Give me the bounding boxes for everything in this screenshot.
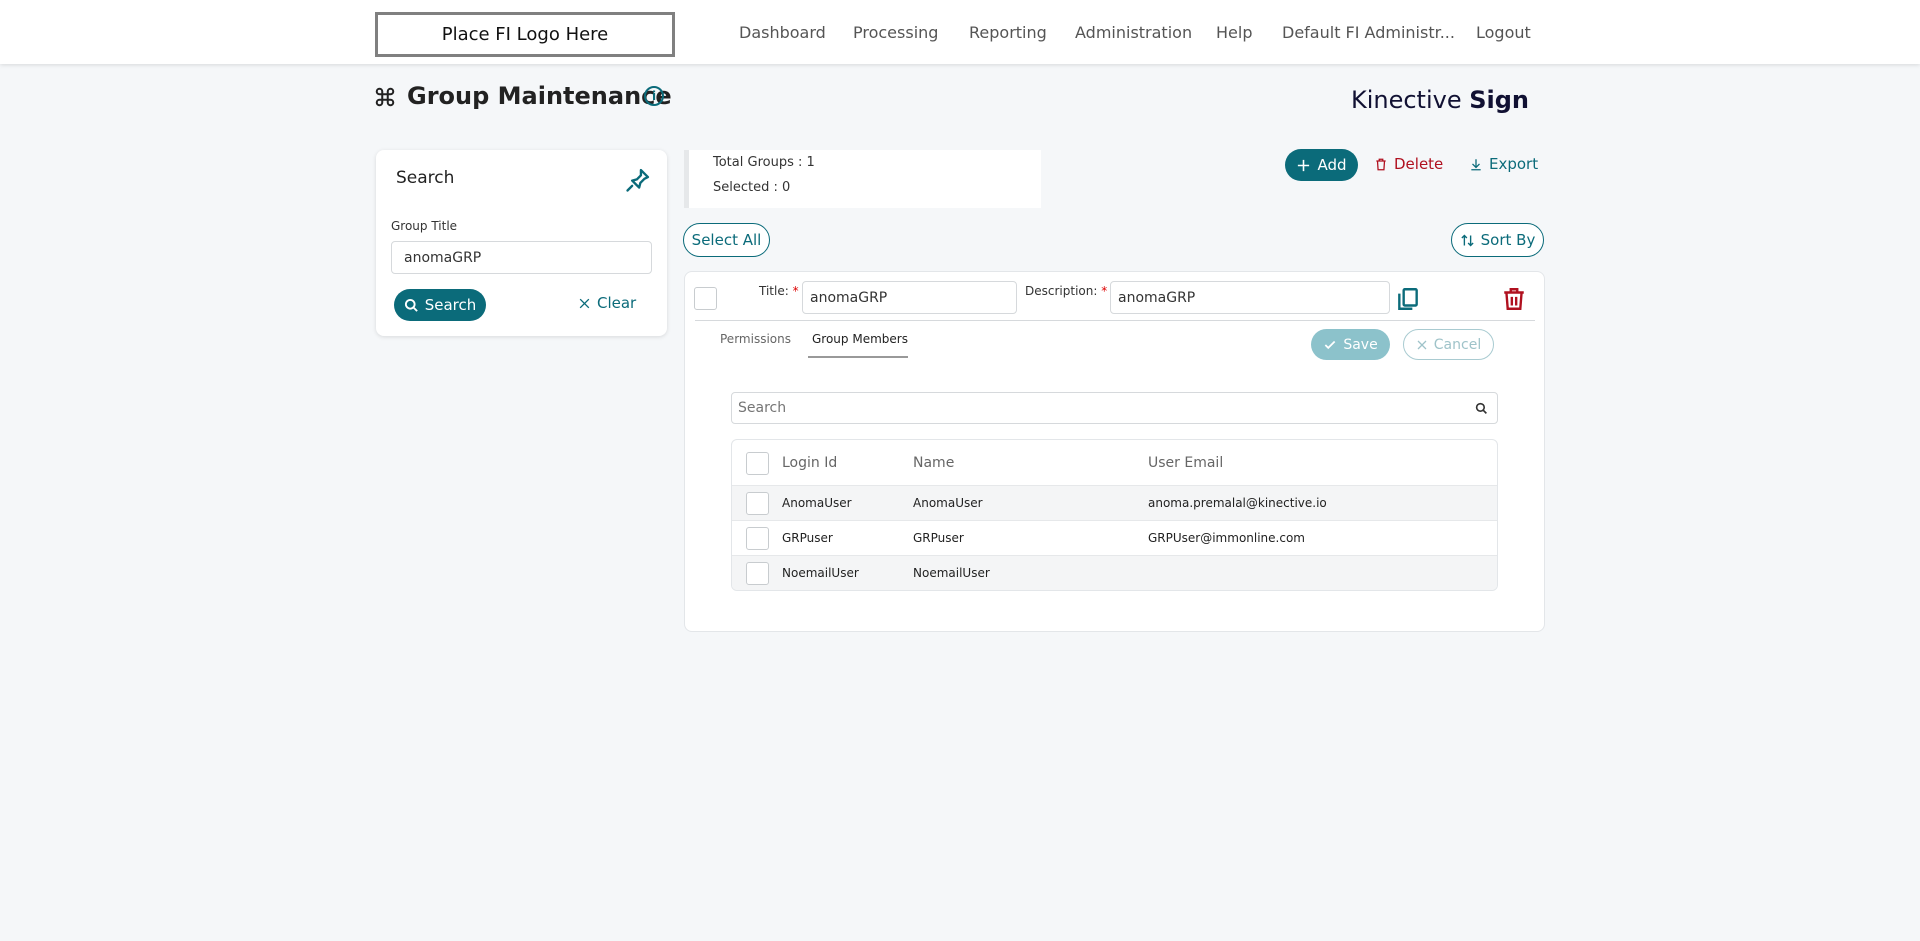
delete-button-label: Delete	[1394, 155, 1444, 173]
search-panel: Search Group Title Search Clear	[376, 150, 667, 336]
group-divider	[695, 320, 1535, 321]
delete-button[interactable]: Delete	[1374, 155, 1443, 173]
member-email: anoma.premalal@kinective.io	[1148, 496, 1327, 510]
nav-reporting[interactable]: Reporting	[969, 0, 1047, 64]
add-button-label: Add	[1317, 156, 1347, 174]
member-row-checkbox[interactable]	[746, 562, 769, 585]
tab-group-members[interactable]: Group Members	[808, 332, 908, 358]
title-label-text: Title:	[759, 284, 789, 298]
clear-button-label: Clear	[597, 294, 637, 312]
delete-group-icon[interactable]	[1501, 285, 1527, 313]
member-login-id: AnomaUser	[782, 496, 852, 510]
save-button-label: Save	[1343, 336, 1378, 353]
export-button-label: Export	[1489, 155, 1539, 173]
close-icon	[579, 298, 590, 308]
search-icon	[404, 298, 418, 312]
plus-icon	[1298, 159, 1310, 171]
members-table: Login Id Name User Email AnomaUser Anoma…	[731, 439, 1498, 591]
export-button[interactable]: Export	[1469, 155, 1538, 173]
group-title-label: Group Title	[391, 219, 458, 233]
member-login-id: GRPuser	[782, 531, 833, 545]
title-required-marker: *	[792, 284, 799, 298]
sort-icon	[1461, 234, 1474, 246]
title-label: Title: *	[759, 284, 799, 298]
table-row[interactable]: AnomaUser AnomaUser anoma.premalal@kinec…	[732, 485, 1497, 520]
group-description-field[interactable]	[1110, 281, 1390, 314]
search-button[interactable]: Search	[394, 289, 486, 321]
pin-icon[interactable]	[624, 166, 652, 194]
download-icon	[1471, 158, 1481, 170]
column-name[interactable]: Name	[913, 455, 954, 471]
group-title-input[interactable]	[391, 241, 652, 274]
close-icon	[1417, 340, 1427, 349]
fi-logo-placeholder[interactable]: Place FI Logo Here	[375, 12, 675, 57]
group-card: Title: * Description: * Permissions Grou…	[684, 271, 1545, 632]
brand-bold: Sign	[1469, 86, 1529, 114]
nav-help[interactable]: Help	[1216, 0, 1252, 64]
description-label: Description: *	[1025, 284, 1107, 298]
check-icon	[1325, 340, 1336, 349]
search-icon	[1475, 402, 1487, 414]
member-login-id: NoemailUser	[782, 566, 859, 580]
nav-logout[interactable]: Logout	[1476, 0, 1531, 64]
nav-administration[interactable]: Administration	[1075, 0, 1192, 64]
tab-permissions[interactable]: Permissions	[720, 332, 791, 346]
members-table-header: Login Id Name User Email	[732, 440, 1497, 485]
page-title: Group Maintenance	[407, 82, 672, 110]
group-summary: Total Groups : 1 Selected : 0	[684, 150, 1041, 208]
column-login-id[interactable]: Login Id	[782, 455, 837, 471]
nav-user-menu[interactable]: Default FI Administr...	[1282, 0, 1455, 64]
cancel-button-label: Cancel	[1433, 336, 1482, 353]
info-icon[interactable]: i	[644, 86, 664, 106]
description-required-marker: *	[1101, 284, 1108, 298]
group-title-field[interactable]	[802, 281, 1017, 314]
nav-processing[interactable]: Processing	[853, 0, 938, 64]
copy-icon[interactable]	[1395, 286, 1421, 312]
member-search-input[interactable]	[731, 392, 1498, 424]
member-row-checkbox[interactable]	[746, 527, 769, 550]
nav-dashboard[interactable]: Dashboard	[739, 0, 826, 64]
brand-logo: Kinective Sign	[1351, 86, 1529, 114]
save-button[interactable]: Save	[1311, 329, 1390, 360]
member-name: AnomaUser	[913, 496, 983, 510]
cancel-button[interactable]: Cancel	[1403, 329, 1494, 360]
search-button-label: Search	[424, 296, 477, 314]
column-user-email[interactable]: User Email	[1148, 455, 1223, 471]
table-row[interactable]: NoemailUser NoemailUser	[732, 555, 1497, 590]
total-groups-text: Total Groups : 1	[713, 155, 815, 170]
top-navigation-bar: Place FI Logo Here Dashboard Processing …	[0, 0, 1920, 64]
table-row[interactable]: GRPuser GRPuser GRPUser@immonline.com	[732, 520, 1497, 555]
select-all-members-checkbox[interactable]	[746, 452, 769, 475]
clear-button[interactable]: Clear	[578, 294, 636, 312]
selected-count-text: Selected : 0	[713, 180, 791, 195]
trash-icon	[1376, 158, 1386, 170]
select-all-button[interactable]: Select All	[683, 223, 770, 257]
description-label-text: Description:	[1025, 284, 1098, 298]
add-button[interactable]: Add	[1285, 149, 1358, 181]
search-panel-title: Search	[396, 168, 455, 188]
sort-by-button[interactable]: Sort By	[1451, 223, 1544, 257]
group-select-checkbox[interactable]	[694, 287, 717, 310]
member-row-checkbox[interactable]	[746, 492, 769, 515]
sort-by-button-label: Sort By	[1480, 231, 1536, 249]
member-name: NoemailUser	[913, 566, 990, 580]
brand-light: Kinective	[1350, 86, 1462, 114]
command-icon	[375, 87, 395, 107]
member-name: GRPuser	[913, 531, 964, 545]
member-email: GRPUser@immonline.com	[1148, 531, 1305, 545]
